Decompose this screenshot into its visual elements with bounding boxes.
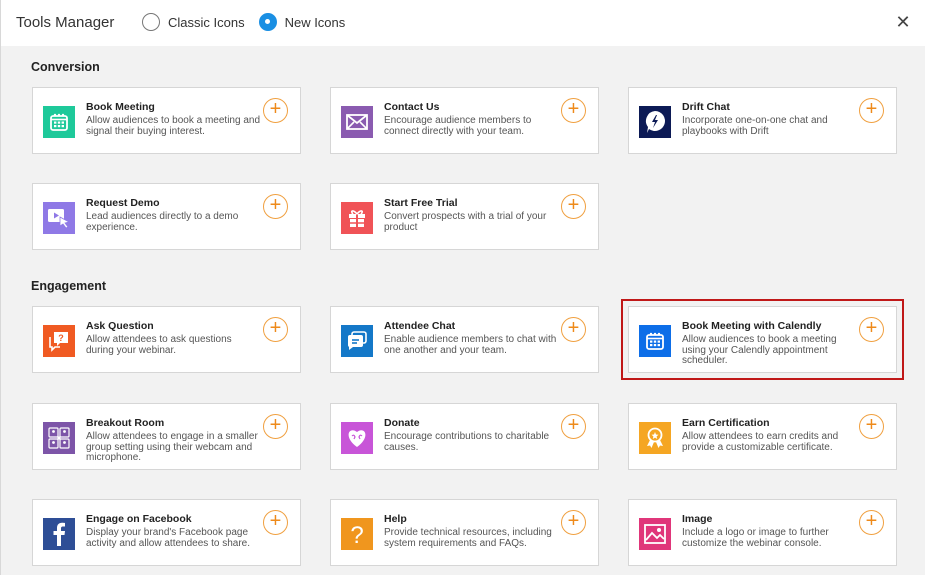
tool-name: Contact Us xyxy=(384,101,440,113)
add-tool-button[interactable]: + xyxy=(561,317,586,342)
tool-description: Allow attendees to ask questions during … xyxy=(86,334,232,356)
calendar-icon xyxy=(43,106,75,138)
add-tool-button[interactable]: + xyxy=(561,414,586,439)
tools-manager-dialog: Tools Manager Classic Icons New Icons ✕ … xyxy=(0,0,925,575)
add-tool-button[interactable]: + xyxy=(263,317,288,342)
award-ribbon-icon xyxy=(639,422,671,454)
tool-description: Encourage audience members to connect di… xyxy=(384,115,532,137)
drift-logo-icon xyxy=(639,106,671,138)
add-tool-button[interactable]: + xyxy=(263,98,288,123)
calendar-icon xyxy=(639,325,671,357)
tool-description: Display your brand's Facebook page activ… xyxy=(86,527,250,549)
tool-card-earn-certification[interactable]: Earn Certification Allow attendees to ear… xyxy=(628,403,897,470)
section-title-engagement: Engagement xyxy=(31,279,107,293)
icon-style-radio-group: Classic Icons New Icons xyxy=(142,13,359,31)
tool-card-request-demo[interactable]: Request Demo Lead audiences directly to a… xyxy=(32,183,301,250)
tool-name: Ask Question xyxy=(86,320,154,332)
envelope-icon xyxy=(341,106,373,138)
add-tool-button[interactable]: + xyxy=(561,194,586,219)
radio-classic-icons[interactable]: Classic Icons xyxy=(142,13,245,31)
dialog-title: Tools Manager xyxy=(16,14,115,31)
add-tool-button[interactable]: + xyxy=(859,98,884,123)
tool-description: Incorporate one-on-one chat and playbook… xyxy=(682,115,828,137)
tool-name: Breakout Room xyxy=(86,417,165,429)
close-icon[interactable]: ✕ xyxy=(894,12,912,32)
tool-description: Lead audiences directly to a demo experi… xyxy=(86,211,239,233)
tool-card-image[interactable]: Image Include a logo or image to further … xyxy=(628,499,897,566)
radio-circle-classic[interactable] xyxy=(142,13,160,31)
dialog-header: Tools Manager Classic Icons New Icons ✕ xyxy=(1,0,925,46)
tool-card-start-free-trial[interactable]: Start Free Trial Convert prospects with a… xyxy=(330,183,599,250)
tool-card-engage-on-facebook[interactable]: Engage on Facebook Display your brand's F… xyxy=(32,499,301,566)
radio-circle-new[interactable] xyxy=(258,13,277,31)
tool-name: Drift Chat xyxy=(682,101,730,113)
svg-text:?: ? xyxy=(58,333,64,343)
tool-name: Book Meeting xyxy=(86,101,155,113)
tool-description: Allow attendees to engage in a smaller g… xyxy=(86,431,258,463)
tool-card-help[interactable]: ? Help Provide technical resources, includ… xyxy=(330,499,599,566)
add-tool-button[interactable]: + xyxy=(263,510,288,535)
add-tool-button[interactable]: + xyxy=(859,510,884,535)
radio-new-icons[interactable]: New Icons xyxy=(258,13,346,31)
add-tool-button[interactable]: + xyxy=(561,510,586,535)
tool-card-contact-us[interactable]: Contact Us Encourage audience members to … xyxy=(330,87,599,154)
tool-name: Book Meeting with Calendly xyxy=(682,320,822,332)
image-icon xyxy=(639,518,671,550)
tool-card-book-meeting[interactable]: Book Meeting Allow audiences to book a me… xyxy=(32,87,301,154)
chat-bubbles-icon xyxy=(341,325,373,357)
tool-description: Provide technical resources, including s… xyxy=(384,527,552,549)
tool-description: Encourage contributions to charitable ca… xyxy=(384,431,550,453)
tool-description: Allow audiences to book a meeting and si… xyxy=(86,115,261,137)
add-tool-button[interactable]: + xyxy=(859,317,884,342)
tool-name: Request Demo xyxy=(86,197,160,209)
tool-card-drift-chat[interactable]: Drift Chat Incorporate one-on-one chat an… xyxy=(628,87,897,154)
add-tool-button[interactable]: + xyxy=(263,414,288,439)
gift-icon xyxy=(341,202,373,234)
tool-name: Start Free Trial xyxy=(384,197,458,209)
tool-card-ask-question[interactable]: ? Ask Question Allow attendees to ask ques… xyxy=(32,306,301,373)
tool-card-donate[interactable]: Donate Encourage contributions to charita… xyxy=(330,403,599,470)
tool-name: Engage on Facebook xyxy=(86,513,192,525)
tool-description: Enable audience members to chat with one… xyxy=(384,334,557,356)
heart-icon xyxy=(341,422,373,454)
tool-card-book-meeting-with-calendly[interactable]: Book Meeting with Calendly Allow audience… xyxy=(621,299,904,380)
tool-description: Convert prospects with a trial of your p… xyxy=(384,211,547,233)
question-mark-icon: ? xyxy=(341,518,373,550)
question-bubble-icon: ? xyxy=(43,325,75,357)
video-cursor-icon xyxy=(43,202,75,234)
group-grid-icon xyxy=(43,422,75,454)
tool-description: Allow attendees to earn credits and prov… xyxy=(682,431,839,453)
tool-name: Earn Certification xyxy=(682,417,770,429)
tool-name: Image xyxy=(682,513,713,525)
svg-text:?: ? xyxy=(350,522,363,546)
add-tool-button[interactable]: + xyxy=(859,414,884,439)
radio-label-new: New Icons xyxy=(284,14,346,30)
tool-description: Include a logo or image to further custo… xyxy=(682,527,829,549)
tool-name: Donate xyxy=(384,417,420,429)
tool-name: Attendee Chat xyxy=(384,320,456,332)
tool-card-attendee-chat[interactable]: Attendee Chat Enable audience members to … xyxy=(330,306,599,373)
add-tool-button[interactable]: + xyxy=(263,194,288,219)
tool-description: Allow audiences to book a meeting using … xyxy=(682,334,837,366)
add-tool-button[interactable]: + xyxy=(561,98,586,123)
tool-name: Help xyxy=(384,513,407,525)
tool-card-breakout-room[interactable]: Breakout Room Allow attendees to engage i… xyxy=(32,403,301,470)
facebook-icon xyxy=(43,518,75,550)
section-title-conversion: Conversion xyxy=(31,60,100,74)
radio-label-classic: Classic Icons xyxy=(168,14,245,30)
